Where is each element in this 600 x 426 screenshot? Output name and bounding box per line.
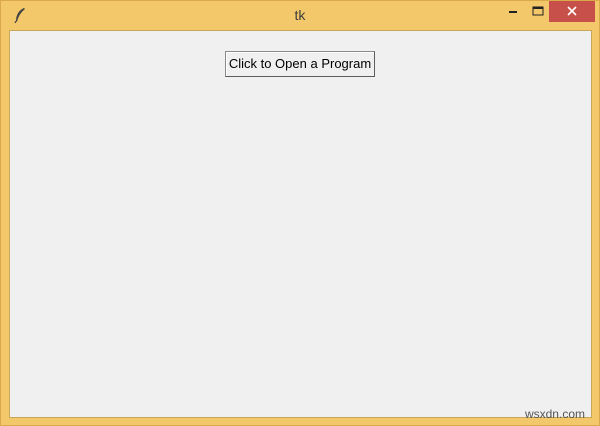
maximize-button[interactable] <box>527 1 549 22</box>
app-window: tk Click to Open a Program wsxdn.com <box>0 0 600 426</box>
close-icon <box>567 6 577 16</box>
minimize-button[interactable] <box>501 1 525 22</box>
title-bar[interactable]: tk <box>1 1 599 30</box>
watermark: wsxdn.com <box>524 407 585 421</box>
open-program-button[interactable]: Click to Open a Program <box>225 51 375 77</box>
maximize-icon <box>532 6 544 16</box>
window-content: Click to Open a Program <box>9 30 592 418</box>
minimize-icon <box>509 11 517 13</box>
close-button[interactable] <box>549 1 595 22</box>
